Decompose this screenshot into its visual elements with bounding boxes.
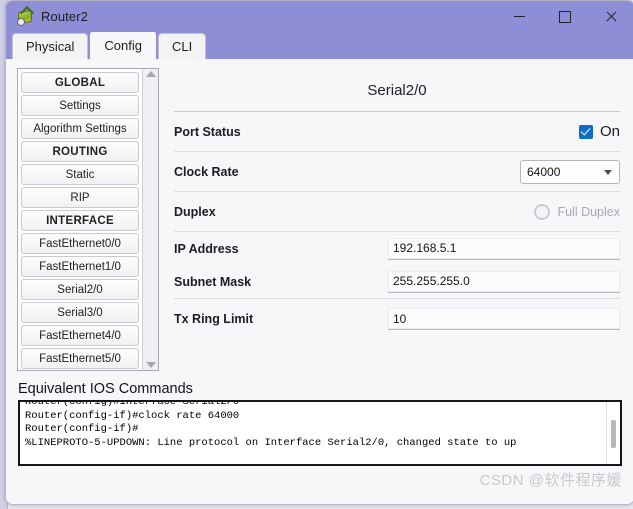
full-duplex-label: Full Duplex <box>557 205 620 219</box>
subnet-mask-control <box>388 271 620 293</box>
ip-address-control <box>388 238 620 260</box>
clock-rate-control: 64000 <box>520 160 620 184</box>
tx-ring-limit-input[interactable] <box>388 308 620 330</box>
minimize-icon <box>514 16 525 17</box>
subnet-mask-label: Subnet Mask <box>174 275 251 289</box>
chevron-down-icon <box>604 170 612 175</box>
scroll-up-icon[interactable] <box>146 71 156 77</box>
nav-item-settings[interactable]: Settings <box>21 95 139 116</box>
interface-title: Serial2/0 <box>174 68 620 111</box>
config-navigation-pane: GLOBAL Settings Algorithm Settings ROUTI… <box>17 68 159 371</box>
tx-ring-limit-label: Tx Ring Limit <box>174 312 253 326</box>
router-icon <box>16 8 34 26</box>
duplex-label: Duplex <box>174 205 216 219</box>
nav-group-routing: ROUTING <box>21 141 139 162</box>
minimize-button[interactable] <box>496 1 542 32</box>
clock-rate-select[interactable]: 64000 <box>520 160 620 184</box>
ip-address-label: IP Address <box>174 242 239 256</box>
maximize-icon <box>559 11 571 23</box>
nav-item-fastethernet1-0[interactable]: FastEthernet1/0 <box>21 256 139 277</box>
tab-cli[interactable]: CLI <box>158 33 206 59</box>
scroll-down-icon[interactable] <box>146 362 156 368</box>
nav-item-serial3-0[interactable]: Serial3/0 <box>21 302 139 323</box>
duplex-control: Full Duplex <box>534 204 620 220</box>
ios-commands-heading: Equivalent IOS Commands <box>18 381 193 397</box>
ip-address-input[interactable] <box>388 238 620 260</box>
close-button[interactable] <box>588 1 633 32</box>
port-status-control[interactable]: On <box>579 123 620 140</box>
console-scrollbar-thumb[interactable] <box>611 420 616 448</box>
nav-item-rip[interactable]: RIP <box>21 187 139 208</box>
nav-item-fastethernet0-0[interactable]: FastEthernet0/0 <box>21 233 139 254</box>
interface-config-panel: Serial2/0 Port Status On Clock Rate 6400… <box>174 68 620 398</box>
nav-item-fastethernet5-0[interactable]: FastEthernet5/0 <box>21 348 139 369</box>
tx-ring-limit-row: Tx Ring Limit <box>174 299 620 339</box>
clock-rate-label: Clock Rate <box>174 165 239 179</box>
nav-item-static[interactable]: Static <box>21 164 139 185</box>
full-duplex-radio <box>534 204 550 220</box>
title-bar: Router2 <box>6 1 633 32</box>
nav-item-serial2-0[interactable]: Serial2/0 <box>21 279 139 300</box>
port-status-label: Port Status <box>174 125 241 139</box>
port-status-row: Port Status On <box>174 112 620 151</box>
tab-config[interactable]: Config <box>90 31 156 59</box>
navigation-scrollbar[interactable] <box>142 69 158 370</box>
nav-item-algorithm-settings[interactable]: Algorithm Settings <box>21 118 139 139</box>
port-status-checkbox[interactable] <box>579 125 593 139</box>
tab-bar: Physical Config CLI <box>6 32 633 59</box>
window-controls <box>496 1 633 32</box>
clock-rate-row: Clock Rate 64000 <box>174 152 620 191</box>
maximize-button[interactable] <box>542 1 588 32</box>
duplex-row: Duplex Full Duplex <box>174 192 620 231</box>
nav-item-fastethernet4-0[interactable]: FastEthernet4/0 <box>21 325 139 346</box>
console-scrollbar[interactable] <box>606 402 620 464</box>
nav-group-global: GLOBAL <box>21 72 139 93</box>
window-title: Router2 <box>41 9 88 24</box>
clock-rate-value: 64000 <box>527 165 560 179</box>
config-navigation-list: GLOBAL Settings Algorithm Settings ROUTI… <box>18 69 142 370</box>
ios-commands-console[interactable]: Router(config)#interface Serial2/0 Route… <box>18 400 622 466</box>
router-config-window: Router2 Physical Config CLI <box>5 0 633 505</box>
screen-root: Router2 Physical Config CLI <box>0 0 633 509</box>
window-body: GLOBAL Settings Algorithm Settings ROUTI… <box>6 59 633 504</box>
subnet-mask-row: Subnet Mask <box>174 265 620 298</box>
tab-physical[interactable]: Physical <box>12 33 88 59</box>
ip-address-row: IP Address <box>174 232 620 265</box>
nav-group-interface: INTERFACE <box>21 210 139 231</box>
subnet-mask-input[interactable] <box>388 271 620 293</box>
ios-commands-text: Router(config)#interface Serial2/0 Route… <box>20 400 606 464</box>
tx-ring-limit-control <box>388 308 620 330</box>
port-status-value: On <box>600 123 620 140</box>
close-icon <box>605 11 617 23</box>
watermark: CSDN @软件程序媛 <box>480 469 622 490</box>
